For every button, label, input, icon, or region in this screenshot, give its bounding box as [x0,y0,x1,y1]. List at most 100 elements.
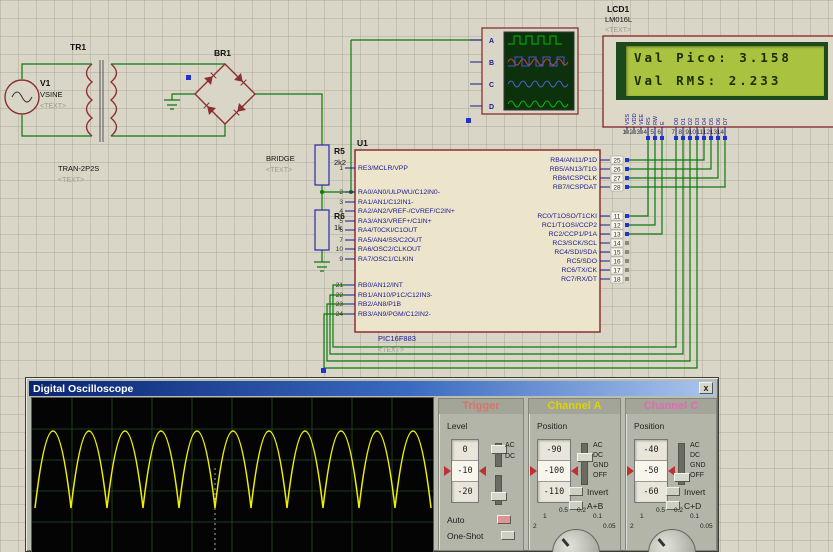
lcd-pin-number: 7 [671,129,675,136]
ac-label: AC [505,442,515,449]
channel-a-title: Channel A [529,399,620,414]
pin-name: RB1/AN10/P1C/C12IN3- [358,292,432,299]
lcd-pin-number: 14 [717,129,725,136]
pin-name: RE3/MCLR/VPP [358,165,408,172]
pin-number: 5 [339,218,343,225]
trigger-level-wheel[interactable]: 0 -10 -20 [444,439,486,503]
scope-probe-component[interactable]: A B C D [470,27,579,115]
part-text-placeholder: <TEXT> [378,347,404,354]
part-ref: R5 [334,146,345,156]
pin-number: 3 [339,199,343,206]
channel-c-gain-knob[interactable] [648,529,696,552]
trigger-edge-switch[interactable] [491,475,507,505]
position-label: Position [634,421,665,431]
pin-name: RB7/ICSPDAT [553,184,597,191]
mcu-u1[interactable]: U1 RE3/MCLR/VPP RA0/AN0/ULPWU/C12IN0- RA… [336,138,629,354]
pin-name: RB2/AN8/P1B [358,301,402,308]
switch-thumb[interactable] [577,453,593,462]
lcd-pin-label: D6 [716,118,722,125]
part-text-placeholder: <TEXT> [58,177,84,184]
lcd-pin-label: D2 [688,118,694,125]
pin-name: RC5/SDO [567,258,597,265]
knob-pointer [657,538,666,547]
wheel-value: -40 [643,445,659,455]
invert-button[interactable] [666,487,680,496]
part-text-placeholder: <TEXT> [605,27,631,34]
lcd-line-1: Val Pico: 3.158 [634,50,792,65]
lcd-pin-label: D7 [723,118,729,125]
wheel-value: -60 [643,487,659,497]
one-shot-button[interactable] [501,531,515,540]
pin-name: RA2/AN2/VREF-/CVREF/C2IN+ [358,208,455,215]
wheel-value: -110 [543,487,565,497]
pin-name: RC1/T1OSI/CCP2 [542,222,597,229]
probe-pin-label: D [489,104,494,111]
switch-thumb[interactable] [674,473,690,482]
pin-name: RC6/TX/CK [561,267,597,274]
channel-c-coupling-switch[interactable] [674,443,690,485]
channel-a-coupling-switch[interactable] [577,443,593,485]
lcd-pin-number: 10 [689,129,697,136]
lcd-pin-label: D3 [695,118,701,125]
pin-name: RA4/T0CKI/C1OUT [358,227,417,234]
pin-number: 7 [339,237,343,244]
ac-label: AC [593,442,603,449]
invert-button[interactable] [569,487,583,496]
pin-number: 6 [339,227,343,234]
pin-number: 16 [613,259,621,266]
part-value: TRAN-2P2S [58,164,99,173]
dial-label: 1 [640,513,644,520]
v1-sine-source[interactable]: V1 VSINE <TEXT> [4,78,66,115]
pin-name: RB5/AN13/T1G [550,166,597,173]
part-text-placeholder: <TEXT> [266,167,292,174]
probe-pin-label: A [489,38,494,45]
wheel-arrow-right[interactable] [571,466,578,476]
dc-label: DC [505,453,516,460]
part-ref: LCD1 [607,4,629,14]
channel-c-panel: Channel C Position -40 -50 -60 AC DC GND… [625,398,717,552]
pin-name: RA6/OSC2/CLKOUT [358,246,421,253]
auto-button[interactable] [497,515,511,524]
trigger-coupling-switch[interactable] [491,443,507,467]
channel-a-position-wheel[interactable]: -90 -100 -110 [530,439,578,503]
dial-label: 0.2 [577,507,587,514]
window-titlebar[interactable]: Digital Oscilloscope x [29,381,715,396]
switch-thumb[interactable] [491,492,507,501]
pin-number: 22 [336,292,344,299]
channel-c-title: Channel C [626,399,716,414]
ground-symbol[interactable] [164,99,180,110]
gnd-label: GND [593,462,609,469]
proteus-schematic-workspace: V1 VSINE <TEXT> TR1 TRAN-2P2S <TEXT> BR1… [0,0,833,552]
tr1-transformer[interactable]: TR1 TRAN-2P2S <TEXT> [58,42,118,184]
pin-name: RC2/CCP1/P1A [549,231,598,238]
channel-a-gain-knob[interactable] [552,529,600,552]
wheel-arrow-right[interactable] [479,466,486,476]
pin-name: RB4/AN11/P1D [550,157,597,164]
probe-pin-label: C [489,82,494,89]
lcd-pin-label: D0 [674,118,680,125]
close-button[interactable]: x [699,382,713,394]
ground-symbol[interactable] [314,261,330,272]
dial-label: 0.1 [690,513,700,520]
part-ref: U1 [357,138,368,148]
part-ref: BR1 [214,48,231,58]
pin-name: RC3/SCK/SCL [552,240,597,247]
part-value: BRIDGE [266,154,295,163]
connection-markers [625,158,629,281]
channel-a-trace [34,430,432,509]
wheel-arrow-left[interactable] [530,466,537,476]
wheel-arrow-left[interactable] [444,466,451,476]
pin-name: RC7/RX/DT [561,276,597,283]
dial-label: 1 [543,513,547,520]
dial-label: 2 [630,523,634,530]
pin-number: 26 [613,167,621,174]
br1-bridge-rectifier[interactable]: BR1 BRIDGE <TEXT> [194,48,295,174]
lcd-pin-label: D4 [702,118,708,125]
pin-number: 12 [613,223,621,230]
lcd-pin-label: RS [646,117,652,125]
sum-label: C+D [684,501,702,511]
lcd-pin-label: VSS [625,114,631,125]
screen-grid [32,398,433,552]
wheel-arrow-left[interactable] [627,466,634,476]
channel-c-position-wheel[interactable]: -40 -50 -60 [627,439,675,503]
